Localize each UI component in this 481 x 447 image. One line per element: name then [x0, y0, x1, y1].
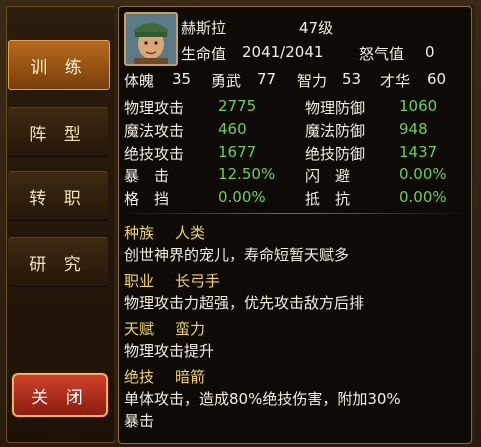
- attr-label: 勇武: [211, 72, 242, 90]
- attr-value: 53: [342, 70, 362, 88]
- stat-value: 2775: [218, 97, 257, 115]
- hero-name: 赫斯拉: [181, 19, 227, 37]
- hero-portrait: [124, 12, 178, 66]
- stat-label: 闪 避: [305, 167, 351, 185]
- job-label: 职业: [124, 272, 155, 290]
- talent-label: 天赋: [124, 320, 155, 338]
- stat-value: 0.00%: [399, 188, 447, 206]
- race-description: 创世神界的宠儿，寿命短暂天赋多: [124, 246, 350, 264]
- stat-label: 格 挡: [124, 190, 170, 208]
- stat-value: 948: [399, 120, 428, 138]
- attr-label: 智力: [297, 72, 328, 90]
- skill-label: 绝技: [124, 368, 155, 386]
- job-value: 长弓手: [175, 272, 221, 290]
- job-description: 物理攻击力超强，优先攻击敌方后排: [124, 294, 365, 312]
- skill-description-continued: 暴击: [124, 412, 155, 430]
- attr-label: 才华: [380, 72, 411, 90]
- attr-value: 77: [257, 70, 277, 88]
- stat-value: 460: [218, 120, 247, 138]
- tab-research[interactable]: 研 究: [8, 237, 108, 287]
- rage-value: 0: [425, 43, 435, 61]
- stat-value: 0.00%: [218, 188, 266, 206]
- talent-description: 物理攻击提升: [124, 342, 215, 360]
- stat-label: 抵 抗: [305, 190, 351, 208]
- hp-value: 2041/2041: [242, 43, 324, 61]
- skill-description: 单体攻击，造成80%绝技伤害，附加30%: [124, 390, 401, 408]
- skill-value: 暗箭: [175, 368, 206, 386]
- stat-label: 魔法防御: [305, 122, 366, 140]
- stat-label: 魔法攻击: [124, 122, 185, 140]
- stat-label: 物理攻击: [124, 99, 185, 117]
- hero-portrait-image: [126, 14, 176, 64]
- race-value: 人类: [175, 224, 206, 242]
- hp-label: 生命值: [181, 45, 227, 63]
- stat-label: 暴 击: [124, 167, 170, 185]
- stat-value: 1060: [399, 97, 438, 115]
- tab-train[interactable]: 训 练: [8, 40, 110, 90]
- tab-formation[interactable]: 阵 型: [8, 107, 108, 157]
- stat-label: 绝技攻击: [124, 145, 185, 163]
- divider: [122, 213, 466, 214]
- stat-label: 绝技防御: [305, 145, 366, 163]
- talent-value: 蛮力: [175, 320, 206, 338]
- hero-level: 47级: [299, 19, 334, 37]
- rage-label: 怒气值: [359, 45, 405, 63]
- attr-value: 35: [172, 70, 192, 88]
- stat-value: 0.00%: [399, 165, 447, 183]
- stat-value: 1437: [399, 143, 438, 161]
- stat-label: 物理防御: [305, 99, 366, 117]
- stat-value: 12.50%: [218, 165, 276, 183]
- attr-value: 60: [427, 70, 447, 88]
- race-label: 种族: [124, 224, 155, 242]
- tab-class-change[interactable]: 转 职: [8, 171, 108, 221]
- attr-label: 体魄: [124, 72, 155, 90]
- stat-value: 1677: [218, 143, 257, 161]
- close-button[interactable]: 关 闭: [12, 373, 108, 417]
